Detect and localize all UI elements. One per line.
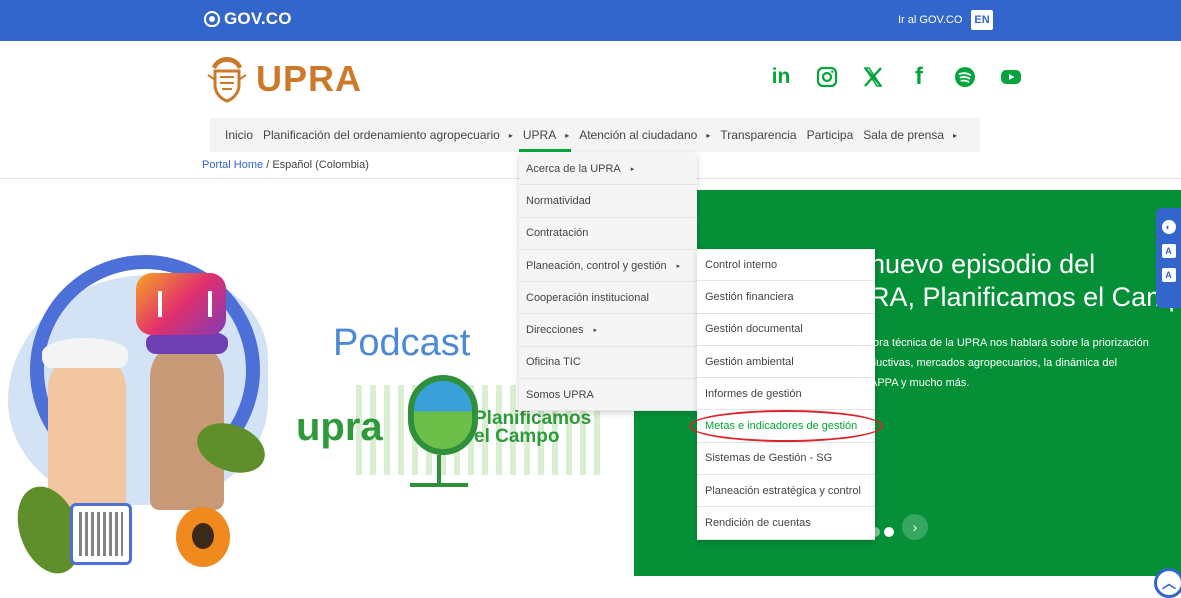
facebook-icon[interactable]: f [906,63,932,90]
breadcrumb-separator: / [263,159,273,171]
main-nav: Inicio Planificación del ordenamiento ag… [210,118,980,152]
audio-wave-icon [136,273,226,335]
caret-icon: ▸ [593,327,597,335]
nav-item-transparencia[interactable]: Transparencia [720,118,796,152]
upra-logo[interactable]: UPRA [206,55,362,103]
coat-of-arms-icon [206,55,248,103]
nav-item-planificacion[interactable]: Planificación del ordenamiento agropecua… [263,118,513,152]
caret-icon: ▸ [630,165,635,173]
slide-title: nuevo episodio del RA, Planificamos el C… [870,249,1181,312]
carousel-next-button[interactable]: › [902,514,928,540]
caret-icon: ▸ [676,262,681,270]
breadcrumb-current: Español (Colombia) [272,159,369,171]
language-button[interactable]: EN [971,10,993,30]
submenu-item-sistemas-gestion[interactable]: Sistemas de Gestión - SG [697,443,875,476]
caret-icon: ▸ [706,130,711,140]
caret-icon: ▸ [953,130,958,140]
qr-code-icon [70,503,132,565]
instagram-icon[interactable] [814,64,840,90]
podcast-title: Podcast [333,322,471,364]
nav-item-participa[interactable]: Participa [807,118,854,152]
microphone-icon [408,375,478,455]
planeacion-submenu: Control interno Gestión financiera Gesti… [697,249,875,540]
upra-podcast-logo-text: upra [296,405,383,449]
menu-item-planeacion[interactable]: Planeación, control y gestión ▸ [519,250,697,283]
nav-item-upra[interactable]: UPRA ▸ [518,118,572,152]
decrease-font-icon[interactable]: A [1161,244,1176,258]
increase-font-icon[interactable]: A [1161,268,1176,282]
menu-item-normatividad[interactable]: Normatividad [519,185,697,218]
nav-item-inicio[interactable]: Inicio [225,118,253,152]
social-links: in f [768,63,1024,90]
submenu-item-metas-indicadores[interactable]: Metas e indicadores de gestión [697,410,875,443]
submenu-item-gestion-ambiental[interactable]: Gestión ambiental [697,346,875,379]
planificamos-text: Planificamos el Campo [474,408,592,447]
gov-logo-text: GOV.CO [224,9,292,28]
submenu-item-gestion-financiera[interactable]: Gestión financiera [697,281,875,314]
spotify-icon[interactable] [952,64,978,90]
submenu-item-planeacion-estrategica[interactable]: Planeación estratégica y control [697,475,875,508]
menu-item-oficina-tic[interactable]: Oficina TIC [519,347,697,380]
gov-link[interactable]: Ir al GOV.CO [898,14,962,26]
nav-item-sala-de-prensa[interactable]: Sala de prensa ▸ [863,118,957,152]
gov-logo[interactable]: GOV.CO [204,9,292,29]
linkedin-icon[interactable]: in [768,64,794,90]
submenu-item-rendicion-cuentas[interactable]: Rendición de cuentas [697,507,875,540]
menu-item-contratacion[interactable]: Contratación [519,218,697,250]
microphone-base [410,483,468,487]
microphone-stand [437,455,441,485]
menu-item-somos-upra[interactable]: Somos UPRA [519,379,697,412]
youtube-icon[interactable] [998,64,1024,90]
carousel-dot-active[interactable] [884,527,894,537]
accessibility-bar: ◐ A A [1156,208,1181,308]
nav-item-atencion[interactable]: Atención al ciudadano ▸ [579,118,710,152]
menu-item-cooperacion[interactable]: Cooperación institucional [519,282,697,315]
slide-description: tora técnica de la UPRA nos hablará sobr… [870,337,1149,389]
submenu-item-control-interno[interactable]: Control interno [697,249,875,282]
upra-dropdown-menu: Acerca de la UPRA ▸ Normatividad Contrata… [519,153,697,412]
contrast-icon[interactable]: ◐ [1161,220,1176,234]
papaya-half-graphic [176,507,230,567]
submenu-item-gestion-documental[interactable]: Gestión documental [697,314,875,346]
gov-shield-icon [204,11,220,27]
scroll-top-button[interactable]: ︿ [1154,568,1181,598]
menu-item-direcciones[interactable]: Direcciones ▸ [519,314,697,347]
submenu-item-informes-gestion[interactable]: Informes de gestión [697,378,875,411]
breadcrumb: Portal Home / Español (Colombia) [202,159,369,171]
x-icon[interactable] [860,64,886,90]
gov-bar: GOV.CO Ir al GOV.CO EN [0,0,1181,41]
menu-item-acerca[interactable]: Acerca de la UPRA ▸ [519,153,697,186]
breadcrumb-home-link[interactable]: Portal Home [202,159,263,171]
caret-icon: ▸ [565,130,570,140]
brand-name: UPRA [256,58,363,99]
caret-icon: ▸ [508,130,513,140]
